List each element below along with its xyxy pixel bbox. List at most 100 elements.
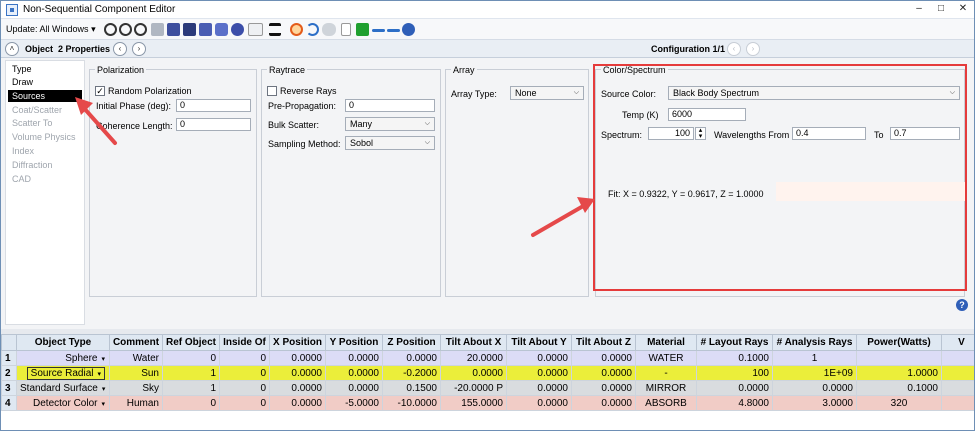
inside-of-cell[interactable]: 0: [219, 395, 270, 411]
x-position-cell[interactable]: 0.0000: [269, 350, 326, 366]
update-dropdown[interactable]: Update: All Windows ▾: [6, 24, 96, 35]
sampling-method-select[interactable]: Sobol ⌵: [345, 136, 435, 150]
collapse-button[interactable]: ˄: [5, 42, 19, 56]
row-number[interactable]: 3: [1, 380, 17, 396]
analysis-rays-cell[interactable]: 1: [772, 350, 857, 366]
cad-icon[interactable]: [248, 23, 263, 36]
v-cell[interactable]: [941, 350, 974, 366]
row-number[interactable]: 4: [1, 395, 17, 411]
tilt-x-cell[interactable]: 155.0000: [440, 395, 507, 411]
object-type-cell[interactable]: Detector Color ▾: [16, 395, 110, 411]
zoom-z-icon[interactable]: [269, 23, 281, 36]
initial-phase-input[interactable]: 0: [176, 99, 251, 112]
y-position-cell[interactable]: -5.0000: [325, 395, 383, 411]
header-comment[interactable]: Comment: [109, 334, 163, 351]
header-tilt-z[interactable]: Tilt About Z: [571, 334, 636, 351]
tilt-x-cell[interactable]: 20.0000: [440, 350, 507, 366]
nav-volume-physics[interactable]: Volume Physics: [12, 132, 76, 142]
bulk-scatter-select[interactable]: Many ⌵: [345, 117, 435, 131]
double-arrow-icon[interactable]: [372, 29, 385, 32]
tilt-x-cell[interactable]: 0.0000: [440, 365, 507, 381]
header-inside-of[interactable]: Inside Of: [219, 334, 270, 351]
help-icon[interactable]: [402, 23, 415, 36]
ref-object-cell[interactable]: 1: [162, 365, 220, 381]
header-power[interactable]: Power(Watts): [856, 334, 942, 351]
comment-cell[interactable]: Sun: [109, 365, 163, 381]
header-y-position[interactable]: Y Position: [325, 334, 383, 351]
y-position-cell[interactable]: 0.0000: [325, 350, 383, 366]
solid-icon[interactable]: [199, 23, 212, 36]
y-position-cell[interactable]: 0.0000: [325, 380, 383, 396]
nav-sources[interactable]: Sources: [8, 90, 82, 102]
arrows-icon[interactable]: [387, 29, 400, 32]
reverse-rays-checkbox[interactable]: [267, 86, 277, 96]
y-position-cell[interactable]: 0.0000: [325, 365, 383, 381]
refresh-icon[interactable]: [104, 23, 117, 36]
wireframe-icon[interactable]: [215, 23, 228, 36]
z-position-cell[interactable]: 0.1500: [382, 380, 441, 396]
comment-cell[interactable]: Sky: [109, 380, 163, 396]
table-row[interactable]: 2 Source Radial ▾ Sun 1 0 0.0000 0.0000 -…: [1, 365, 974, 381]
v-cell[interactable]: [941, 365, 974, 381]
layout-icon[interactable]: [151, 23, 164, 36]
ball-icon[interactable]: [231, 23, 244, 36]
analysis-rays-cell[interactable]: 1E+09: [772, 365, 857, 381]
header-v[interactable]: V: [941, 334, 974, 351]
tilt-z-cell[interactable]: 0.0000: [571, 380, 636, 396]
nav-coat-scatter[interactable]: Coat/Scatter: [12, 105, 62, 115]
table-row[interactable]: 1 Sphere ▾ Water 0 0 0.0000 0.0000 0.0000…: [1, 350, 974, 366]
header-ref-object[interactable]: Ref Object: [162, 334, 220, 351]
power-cell[interactable]: 0.1000: [856, 380, 942, 396]
header-object-type[interactable]: Object Type: [16, 334, 110, 351]
table-row[interactable]: 4 Detector Color ▾ Human 0 0 0.0000 -5.00…: [1, 395, 974, 411]
help-icon[interactable]: ?: [956, 299, 968, 311]
comment-cell[interactable]: Human: [109, 395, 163, 411]
maximize-button[interactable]: □: [930, 2, 952, 17]
material-cell[interactable]: MIRROR: [635, 380, 697, 396]
z-position-cell[interactable]: -10.0000: [382, 395, 441, 411]
nav-index[interactable]: Index: [12, 146, 34, 156]
coherence-length-input[interactable]: 0: [176, 118, 251, 131]
next-config-button[interactable]: ›: [746, 42, 760, 56]
layout-rays-cell[interactable]: 100: [696, 365, 773, 381]
nav-scatter-to[interactable]: Scatter To: [12, 118, 52, 128]
prev-object-button[interactable]: ‹: [113, 42, 127, 56]
tilt-y-cell[interactable]: 0.0000: [506, 350, 572, 366]
shaded-model-icon[interactable]: [183, 23, 196, 36]
table-row[interactable]: 3 Standard Surface ▾ Sky 1 0 0.0000 0.000…: [1, 380, 974, 396]
random-polarization-checkbox[interactable]: ✓: [95, 86, 105, 96]
header-analysis-rays[interactable]: # Analysis Rays: [772, 334, 857, 351]
tilt-z-cell[interactable]: 0.0000: [571, 365, 636, 381]
v-cell[interactable]: [941, 380, 974, 396]
ref-object-cell[interactable]: 0: [162, 395, 220, 411]
prev-config-button[interactable]: ‹: [727, 42, 741, 56]
x-position-cell[interactable]: 0.0000: [269, 380, 326, 396]
header-x-position[interactable]: X Position: [269, 334, 326, 351]
header-z-position[interactable]: Z Position: [382, 334, 441, 351]
page-icon[interactable]: [341, 23, 351, 36]
power-cell[interactable]: 320: [856, 395, 942, 411]
tilt-z-cell[interactable]: 0.0000: [571, 395, 636, 411]
update-icon[interactable]: [134, 23, 147, 36]
comment-cell[interactable]: Water: [109, 350, 163, 366]
tilt-y-cell[interactable]: 0.0000: [506, 380, 572, 396]
recycle-icon[interactable]: [356, 23, 369, 36]
tilt-y-cell[interactable]: 0.0000: [506, 395, 572, 411]
x-position-cell[interactable]: 0.0000: [269, 395, 326, 411]
row-number[interactable]: 2: [1, 365, 17, 381]
array-type-select[interactable]: None ⌵: [510, 86, 584, 100]
power-cell[interactable]: 1.0000: [856, 365, 942, 381]
row-number[interactable]: 1: [1, 350, 17, 366]
inside-of-cell[interactable]: 0: [219, 365, 270, 381]
refresh-all-icon[interactable]: [119, 23, 132, 36]
material-cell[interactable]: ABSORB: [635, 395, 697, 411]
nav-cad[interactable]: CAD: [12, 174, 31, 184]
layout-rays-cell[interactable]: 0.0000: [696, 380, 773, 396]
power-cell[interactable]: [856, 350, 942, 366]
minimize-button[interactable]: –: [908, 2, 930, 17]
object-type-cell[interactable]: Sphere ▾: [16, 350, 110, 366]
header-tilt-y[interactable]: Tilt About Y: [506, 334, 572, 351]
tilt-z-cell[interactable]: 0.0000: [571, 350, 636, 366]
tilt-y-cell[interactable]: 0.0000: [506, 365, 572, 381]
block-icon[interactable]: [290, 23, 303, 36]
